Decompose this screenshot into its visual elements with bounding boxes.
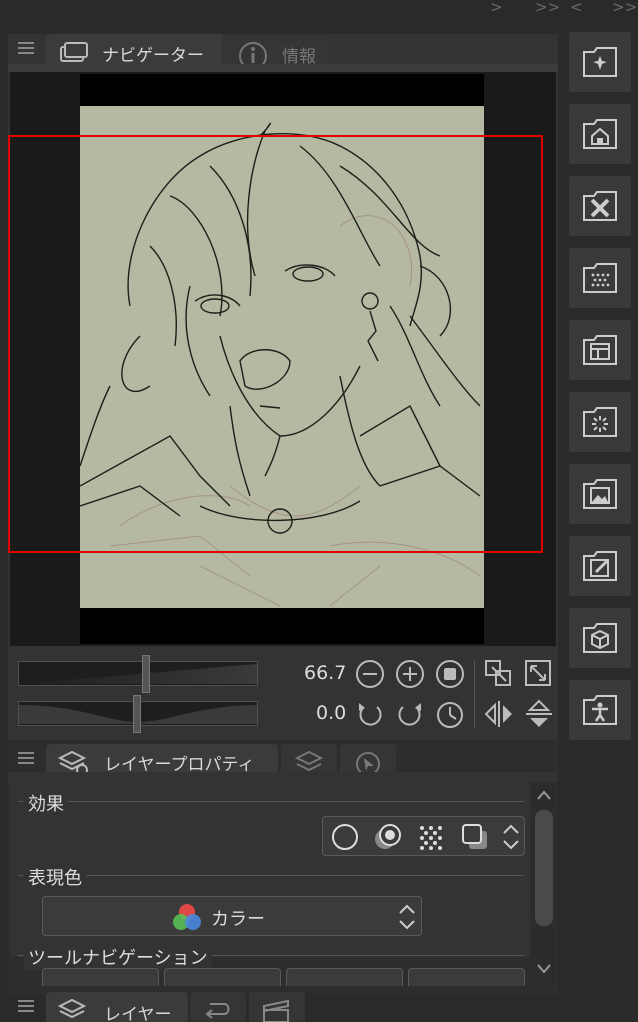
tab-info[interactable]: 情報 <box>224 36 328 70</box>
collapse-right-double-icon-2[interactable]: >> <box>612 0 637 15</box>
scroll-down-icon[interactable] <box>535 962 553 976</box>
collapse-right-icon[interactable]: > <box>490 0 503 15</box>
burst-folder-icon <box>583 407 617 437</box>
tab-underline-2 <box>8 772 558 782</box>
tab-underline <box>8 64 558 72</box>
layers-icon <box>58 998 87 1019</box>
collapse-right-double-icon[interactable]: >> <box>535 0 560 15</box>
color-mode-icon <box>173 904 201 930</box>
film-icon <box>263 999 289 1022</box>
layer-stack-icon <box>295 750 324 772</box>
right-button-2[interactable] <box>569 104 631 164</box>
edit-folder-icon <box>583 551 617 581</box>
tab-layer-label: レイヤー <box>104 1005 172 1022</box>
zoom-slider-thumb[interactable] <box>142 655 150 693</box>
right-button-4[interactable] <box>569 248 631 308</box>
tab-undo[interactable] <box>190 992 246 1022</box>
section-rule-color <box>18 875 524 876</box>
tool-nav-button-3[interactable] <box>286 968 403 986</box>
navigator-icon <box>60 42 88 62</box>
fit-window-icon[interactable] <box>524 659 554 689</box>
section-expression-color-label: 表現色 <box>24 864 86 890</box>
zoom-value[interactable]: 66.7 <box>304 662 346 684</box>
scroll-up-icon[interactable] <box>535 788 553 802</box>
divider <box>474 660 475 728</box>
section-rule-effect <box>18 801 524 802</box>
x-folder-icon <box>583 191 617 221</box>
chevron-updown-icon[interactable] <box>501 823 521 851</box>
tab-layer[interactable]: レイヤー <box>46 992 188 1022</box>
tone-effect-icon[interactable] <box>373 823 403 851</box>
reset-rotation-icon[interactable] <box>435 699 465 729</box>
fit-view-icon[interactable] <box>484 659 514 689</box>
border-effect-icon[interactable] <box>331 823 359 851</box>
tab-layer-stack[interactable] <box>281 744 337 774</box>
tab-navigator[interactable]: ナビゲーター <box>46 34 222 66</box>
dots-folder-icon <box>583 263 617 293</box>
right-button-1[interactable] <box>569 32 631 92</box>
tool-nav-button-1[interactable] <box>42 968 159 986</box>
zoom-slider[interactable] <box>18 661 258 686</box>
right-button-3[interactable] <box>569 176 631 236</box>
view-area-indicator[interactable] <box>8 135 543 553</box>
zoom-out-icon[interactable] <box>355 659 385 689</box>
rotate-right-icon[interactable] <box>395 699 425 729</box>
panel-menu-icon[interactable] <box>18 40 34 59</box>
right-button-8[interactable] <box>569 536 631 596</box>
rotation-value[interactable]: 0.0 <box>316 702 346 724</box>
right-button-5[interactable] <box>569 320 631 380</box>
flip-horizontal-icon[interactable] <box>484 699 514 729</box>
expand-left-icon[interactable]: < <box>570 0 583 15</box>
actual-size-icon[interactable] <box>435 659 465 689</box>
zoom-in-icon[interactable] <box>395 659 425 689</box>
section-effect-label: 効果 <box>24 790 68 816</box>
image-folder-icon <box>583 479 617 509</box>
layout-folder-icon <box>583 335 617 365</box>
rotate-left-icon[interactable] <box>355 699 385 729</box>
rotation-slider-thumb[interactable] <box>133 695 141 733</box>
expression-color-dropdown[interactable]: カラー <box>42 896 422 936</box>
expression-color-value: カラー <box>211 909 265 930</box>
tool-nav-button-2[interactable] <box>164 968 281 986</box>
panel-menu-icon-3[interactable] <box>18 998 34 1017</box>
cursor-icon <box>356 752 380 774</box>
chevron-updown-icon-2 <box>399 904 415 930</box>
effect-button-group <box>322 816 525 856</box>
flip-vertical-icon[interactable] <box>524 699 554 729</box>
tool-nav-button-4[interactable] <box>408 968 525 986</box>
undo-icon <box>205 1003 230 1019</box>
figure-folder-icon <box>583 695 617 725</box>
tab-layer-property[interactable]: レイヤープロパティ <box>46 744 278 776</box>
cube-folder-icon <box>583 623 617 653</box>
house-folder-icon <box>583 119 617 149</box>
dots-effect-icon[interactable] <box>417 823 445 851</box>
layer-color-effect-icon[interactable] <box>461 823 491 851</box>
scroll-thumb[interactable] <box>535 810 553 926</box>
sparkle-folder-icon <box>583 47 617 77</box>
right-button-10[interactable] <box>569 680 631 740</box>
tab-animation[interactable] <box>249 992 305 1022</box>
panel-menu-icon-2[interactable] <box>18 750 34 769</box>
tab-navigator-label: ナビゲーター <box>102 46 204 66</box>
right-button-9[interactable] <box>569 608 631 668</box>
right-button-6[interactable] <box>569 392 631 452</box>
section-tool-navigation-label: ツールナビゲーション <box>24 944 212 970</box>
tab-cursor[interactable] <box>340 744 396 774</box>
right-button-7[interactable] <box>569 464 631 524</box>
